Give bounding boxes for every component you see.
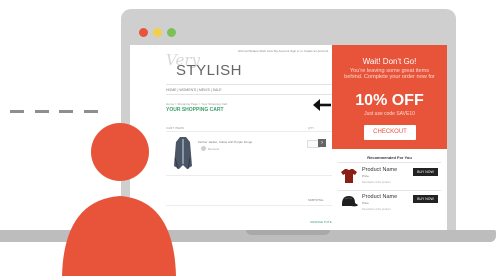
- cap-icon[interactable]: [339, 195, 359, 209]
- dash-segment: [35, 110, 49, 113]
- maximize-dot-icon[interactable]: [167, 28, 176, 37]
- popup-title: Wait! Don't Go!: [362, 57, 417, 66]
- remove-icon[interactable]: [201, 146, 206, 151]
- popup-message: You're leaving some great items behind. …: [344, 68, 435, 81]
- product-name[interactable]: Product Name: [362, 167, 397, 173]
- laptop-notch: [246, 230, 330, 235]
- product-description: Description of the product: [362, 181, 391, 184]
- tshirt-icon[interactable]: [340, 168, 358, 184]
- product-description: Description of the product: [362, 208, 391, 211]
- category-nav[interactable]: HOME | WOMEN'S | MEN'S | SALE: [166, 88, 222, 92]
- divider: [166, 205, 336, 206]
- cart-item-name[interactable]: Kimber Jacket, Yellow with Purple Fringe: [198, 140, 252, 144]
- dash-segment: [84, 110, 98, 113]
- product-price: Price: [362, 174, 369, 178]
- divider: [166, 84, 336, 85]
- divider: [166, 94, 336, 95]
- popup-banner: Wait! Don't Go! You're leaving some grea…: [332, 45, 447, 149]
- buy-now-button[interactable]: BUY NOW: [413, 168, 438, 176]
- buy-now-button[interactable]: BUY NOW: [413, 195, 438, 203]
- quantity-stepper[interactable]: ›: [318, 139, 326, 147]
- breadcrumb[interactable]: Home > Shopping Page > Your Shopping Car…: [166, 102, 227, 106]
- dash-segment: [10, 110, 24, 113]
- page-title: YOUR SHOPPING CART: [166, 107, 224, 113]
- subtotal-label: SUBTOTAL: [308, 198, 324, 202]
- remove-link[interactable]: Remove: [208, 147, 219, 151]
- close-dot-icon[interactable]: [139, 28, 148, 37]
- discount-text: 10% OFF: [355, 92, 424, 109]
- divider: [166, 175, 336, 176]
- recommended-title: Recommended For You: [367, 155, 412, 160]
- exit-intent-popup: Wait! Don't Go! You're leaving some grea…: [332, 45, 447, 235]
- continue-link[interactable]: ORANGE TOTE: [310, 220, 332, 224]
- logo[interactable]: STYLISH: [176, 62, 242, 79]
- window-controls: [139, 28, 176, 37]
- checkout-button[interactable]: CHECKOUT: [364, 125, 416, 140]
- dash-segment: [59, 110, 73, 113]
- divider: [338, 190, 441, 191]
- divider: [338, 162, 441, 163]
- promo-code-text: Just use code SAVE10: [364, 111, 415, 117]
- divider: [166, 131, 336, 132]
- user-avatar-icon: [62, 123, 176, 276]
- arrow-left-icon: [313, 99, 331, 111]
- product-name[interactable]: Product Name: [362, 194, 397, 200]
- product-price: Price: [362, 201, 369, 205]
- minimize-dot-icon[interactable]: [153, 28, 162, 37]
- column-header-qty: QTY: [308, 126, 315, 130]
- top-nav[interactable]: Gift Certificates Wish Lists My Account …: [238, 49, 328, 53]
